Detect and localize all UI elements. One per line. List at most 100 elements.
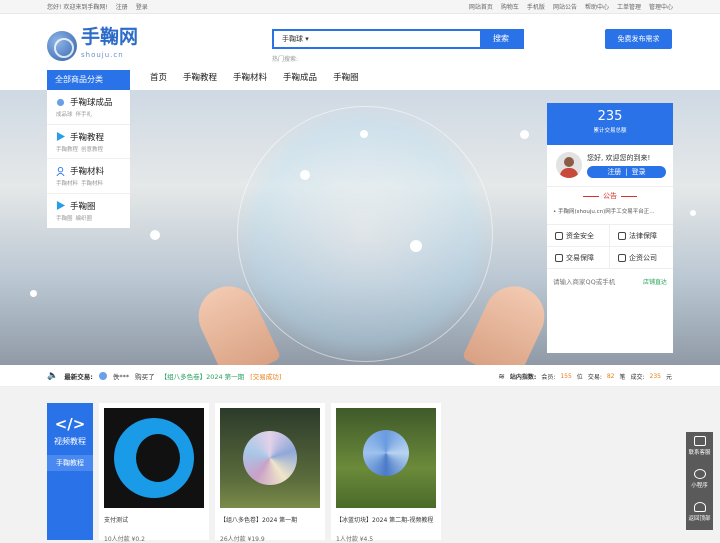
feature-company[interactable]: 企资公司 [610,247,673,269]
top-link-notice[interactable]: 网站公告 [553,2,577,11]
ticker-status: [交易成功] [250,373,282,381]
welcome-box: 您好, 欢迎您的到来! 注册 | 登录 [547,145,673,187]
members-label: 会员: [541,373,556,381]
deals-count: 235 [649,372,661,380]
product-image [336,408,436,508]
top-link-help[interactable]: 帮助中心 [585,2,609,11]
light-dot [150,230,160,240]
admin-center-link[interactable]: 管理中心 [649,2,673,11]
floating-sidebar: 联系客服 小程序 返回顶部 [686,432,713,530]
shop-direct-link[interactable]: 店铺直达 [643,277,667,286]
nav-materials[interactable]: 手鞠材料 [233,71,267,83]
trades-count: 82 [606,372,615,380]
nav-products[interactable]: 手鞠成品 [283,71,317,83]
index-label: 站内指数: [509,373,537,381]
document-icon [618,231,626,240]
top-link-tickets[interactable]: 工单管理 [617,2,641,11]
category-item-circle[interactable]: 手鞠圈 手鞠圈 编织圈 [47,194,130,229]
mini-program-icon [693,469,706,479]
ticker-action: 购买了 [135,373,155,381]
video-section-title: 视频教程 [54,437,86,446]
panel-login-button[interactable]: 登录 [632,167,646,177]
network-globe-image [237,106,493,362]
light-dot [30,290,37,297]
ticker-user: 佚*** [112,373,130,381]
play-icon [56,201,65,210]
feature-fund-safety[interactable]: 资金安全 [547,225,610,247]
deals-label: 成交: [630,373,645,381]
top-link-mobile[interactable]: 手机版 [527,2,545,11]
building-icon [618,253,626,262]
hot-search-label: 热门搜索: [272,56,299,63]
login-link[interactable]: 登录 [136,2,148,11]
nav-circle[interactable]: 手鞠圈 [333,71,359,83]
search-input[interactable] [314,31,480,47]
nav-home[interactable]: 首页 [150,71,167,83]
speaker-icon: 🔈 [47,371,59,381]
stat-label: 累计交易总额 [593,128,627,134]
shop-search-input[interactable]: 请输入商家QQ或手机 [553,276,615,286]
main-nav: 全部商品分类 首页 手鞠教程 手鞠材料 手鞠成品 手鞠圈 [0,64,720,90]
shop-search: 请输入商家QQ或手机 店铺直达 [547,269,673,293]
feature-trade[interactable]: 交易保障 [547,247,610,269]
product-meta: 1人付款 ¥4.5 [336,536,374,543]
members-count: 155 [560,372,572,380]
light-dot [360,130,368,138]
back-to-top-button[interactable]: 返回顶部 [686,498,713,531]
light-dot [300,170,310,180]
rocket-icon [693,502,706,512]
ball-icon [56,98,65,106]
logo-en: shouju.cn [81,51,124,59]
ticker-label: 最新交易: [64,373,93,381]
deals-unit: 元 [665,373,672,381]
product-card[interactable]: 【组八多色卷】2024 第一期 26人付款 ¥19.9 [215,403,325,543]
publish-request-button[interactable]: 免费发布需求 [605,29,672,49]
product-image [104,408,204,508]
notice-title: 公告 [547,191,673,201]
feature-grid: 资金安全 法律保障 交易保障 企资公司 [547,225,673,269]
product-title: 【组八多色卷】2024 第一期 [220,517,298,524]
light-dot [690,210,696,216]
mini-program-button[interactable]: 小程序 [686,465,713,498]
video-section-tab[interactable]: </> 视频教程 手鞠教程 [47,403,93,540]
feature-legal[interactable]: 法律保障 [610,225,673,247]
light-dot [520,130,529,139]
search-button[interactable]: 搜索 [480,31,522,47]
trades-label: 交易: [587,373,602,381]
product-card[interactable]: 支付测试 10人付款 ¥0.2 [99,403,209,543]
stack-icon: ≋ [498,371,505,381]
trades-unit: 笔 [619,373,626,381]
product-meta: 10人付款 ¥0.2 [104,536,145,543]
ticker-avatar-icon [98,372,107,380]
stat-number: 235 [597,109,623,124]
welcome-text: 您好, 欢迎您的到来! [587,154,651,162]
category-item-products[interactable]: 手鞠球成品 成品球 伴手礼 [47,90,130,125]
wallet-icon [555,231,563,240]
product-image [220,408,320,508]
panel-register-button[interactable]: 注册 [607,167,621,177]
video-section-sub[interactable]: 手鞠教程 [47,455,93,471]
notice-box: 公告 • 手鞠网(shouju.cn)网手工交易平台正... [547,187,673,225]
nav-tutorials[interactable]: 手鞠教程 [183,71,217,83]
all-categories-button[interactable]: 全部商品分类 [47,70,130,90]
register-link[interactable]: 注册 [116,2,128,11]
user-icon [56,166,65,176]
search-box: 手鞠球 ▾ 搜索 [272,29,524,49]
top-link-cart[interactable]: 购物车 [501,2,519,11]
play-icon [56,132,65,141]
ticker-item[interactable]: 【组八多色卷】2024 第一期 [161,371,245,381]
product-card[interactable]: 【冰蓝切块】2024 第二期-视频教程 1人付款 ¥4.5 [331,403,441,543]
category-item-materials[interactable]: 手鞠材料 手鞠材料 手鞠材料 [47,159,130,194]
top-bar: 您好! 欢迎来到手鞠网! 注册 登录 网站首页 购物车 手机版 网站公告 帮助中… [0,0,720,14]
shield-icon [555,253,563,262]
logo-ball-icon [47,31,77,61]
customer-service-button[interactable]: 联系客服 [686,432,713,465]
members-unit: 位 [576,373,583,381]
notice-item[interactable]: • 手鞠网(shouju.cn)网手工交易平台正... [553,207,655,215]
category-item-tutorials[interactable]: 手鞠教程 手鞠教程 创意教程 [47,125,130,159]
top-link-home[interactable]: 网站首页 [469,2,493,11]
search-category-select[interactable]: 手鞠球 ▾ [274,31,314,47]
site-logo[interactable]: 手鞠网 shouju.cn [47,28,138,64]
chat-icon [693,436,706,446]
code-icon: </> [54,415,86,433]
